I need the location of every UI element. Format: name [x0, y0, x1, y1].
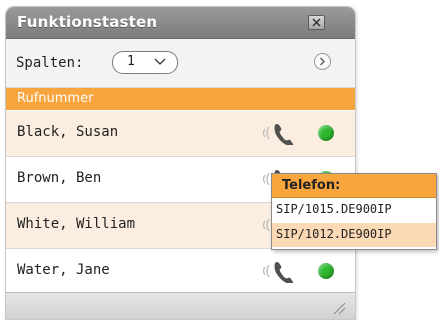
close-icon — [312, 18, 321, 27]
panel-titlebar[interactable]: Funktionstasten — [6, 7, 355, 39]
next-button[interactable] — [314, 53, 331, 70]
columns-label: Spalten: — [16, 55, 84, 71]
popup-item-sip-1012[interactable]: SIP/1012.DE900IP — [272, 223, 436, 247]
popup-item-label: SIP/1012.DE900IP — [276, 227, 392, 241]
phone-ringing-icon[interactable] — [261, 121, 297, 145]
contact-name: Black, Susan — [17, 124, 119, 140]
columns-select[interactable]: 1 — [112, 51, 178, 74]
status-available-icon — [318, 125, 334, 141]
list-header: Rufnummer — [6, 88, 355, 110]
list-header-label: Rufnummer — [17, 91, 94, 106]
function-keys-panel: Funktionstasten Spalten: 1 Rufnummer Bla… — [5, 6, 356, 320]
phone-ringing-icon[interactable] — [261, 259, 297, 283]
chevron-down-icon — [154, 58, 166, 65]
columns-select-value: 1 — [127, 54, 135, 69]
close-button[interactable] — [308, 15, 325, 30]
list-row-black-susan[interactable]: Black, Susan — [6, 111, 355, 157]
popup-header: Telefon: — [272, 174, 436, 198]
columns-bar: Spalten: 1 — [6, 39, 355, 88]
panel-title: Funktionstasten — [17, 13, 158, 31]
panel-footer — [6, 292, 355, 319]
contact-name: White, William — [17, 216, 136, 232]
contact-name: Water, Jane — [17, 262, 110, 278]
status-available-icon — [318, 263, 334, 279]
popup-title: Telefon: — [282, 178, 341, 193]
list-row-water-jane[interactable]: Water, Jane — [6, 249, 355, 295]
popup-item-label: SIP/1015.DE900IP — [276, 202, 392, 216]
contact-name: Brown, Ben — [17, 170, 102, 186]
phone-select-popup: Telefon: SIP/1015.DE900IP SIP/1012.DE900… — [271, 173, 437, 250]
popup-item-sip-1015[interactable]: SIP/1015.DE900IP — [272, 198, 436, 222]
chevron-right-icon — [320, 57, 325, 66]
